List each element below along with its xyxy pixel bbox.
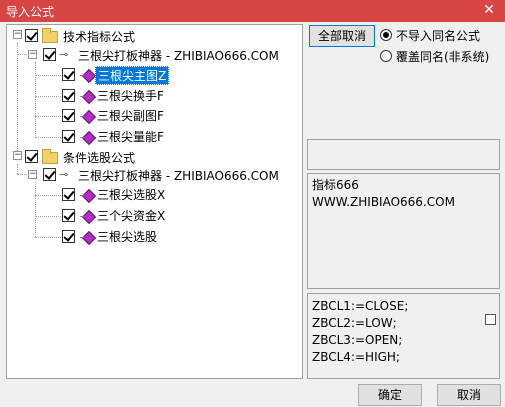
code-option-checkbox[interactable] [485,314,496,325]
item-checkbox-7[interactable] [62,230,75,243]
item-checkbox-2[interactable] [62,89,75,102]
formula-icon [80,131,96,145]
code-line-3: ZBCL3:=OPEN; [312,333,403,347]
group-checkbox-1[interactable] [43,48,56,61]
item-checkbox-1[interactable] [62,68,75,81]
close-icon[interactable]: ✕ [481,1,497,19]
root-checkbox-1[interactable] [25,29,38,42]
key-icon: ⊸ [59,168,69,181]
formula-icon [80,210,96,224]
code-box[interactable]: ZBCL1:=CLOSE; ZBCL2:=LOW; ZBCL3:=OPEN; Z… [307,293,500,379]
item-checkbox-3[interactable] [62,109,75,122]
collapse-icon[interactable]: − [28,170,37,179]
item-checkbox-6[interactable] [62,209,75,222]
tree-item-1[interactable]: 三根尖主图Z [95,66,170,85]
collapse-icon[interactable]: − [13,151,22,160]
code-line-4: ZBCL4:=HIGH; [312,350,400,364]
status-box [307,139,500,170]
formula-tree[interactable]: − 技术指标公式 − ⊸ 三根尖打板神器 - ZHIBIAO666.COM 三根… [6,24,303,379]
collapse-icon[interactable]: − [13,30,22,39]
formula-icon [80,110,96,124]
radio-no-import-label: 不导入同名公式 [396,29,481,43]
tree-root-2-label[interactable]: 条件选股公式 [63,149,135,166]
deselect-all-button[interactable]: 全部取消 [309,25,375,47]
info-line-2: WWW.ZHIBIAO666.COM [312,195,455,209]
folder-icon [42,149,58,164]
code-line-1: ZBCL1:=CLOSE; [312,299,409,313]
tree-item-7[interactable]: 三根尖选股 [97,228,157,245]
folder-icon [42,28,58,43]
tree-group-2-label[interactable]: 三根尖打板神器 - ZHIBIAO666.COM [78,167,279,184]
collapse-icon[interactable]: − [28,50,37,59]
radio-no-import[interactable] [380,29,392,41]
tree-item-5[interactable]: 三根尖选股X [97,186,165,203]
tree-item-4[interactable]: 三根尖量能F [97,128,164,145]
formula-icon [80,69,96,83]
item-checkbox-4[interactable] [62,130,75,143]
key-icon: ⊸ [59,48,69,61]
tree-item-3[interactable]: 三根尖副图F [97,107,164,124]
radio-overwrite-label: 覆盖同名(非系统) [396,50,490,64]
formula-icon [80,90,96,104]
tree-item-2[interactable]: 三根尖换手F [97,87,164,104]
group-checkbox-2[interactable] [43,168,56,181]
title-bar: 导入公式 ✕ [0,0,505,22]
tree-root-1-label[interactable]: 技术指标公式 [63,28,135,45]
radio-overwrite[interactable] [380,50,392,62]
cancel-button[interactable]: 取消 [437,384,501,406]
formula-icon [80,231,96,245]
item-checkbox-5[interactable] [62,188,75,201]
info-box: 指标666 WWW.ZHIBIAO666.COM [307,173,500,289]
code-line-2: ZBCL2:=LOW; [312,316,397,330]
tree-group-1-label[interactable]: 三根尖打板神器 - ZHIBIAO666.COM [78,47,279,64]
window-title: 导入公式 [6,5,55,19]
tree-item-6[interactable]: 三个尖资金X [97,207,165,224]
ok-button[interactable]: 确定 [358,384,422,406]
formula-icon [80,189,96,203]
root-checkbox-2[interactable] [25,150,38,163]
info-line-1: 指标666 [312,178,359,192]
